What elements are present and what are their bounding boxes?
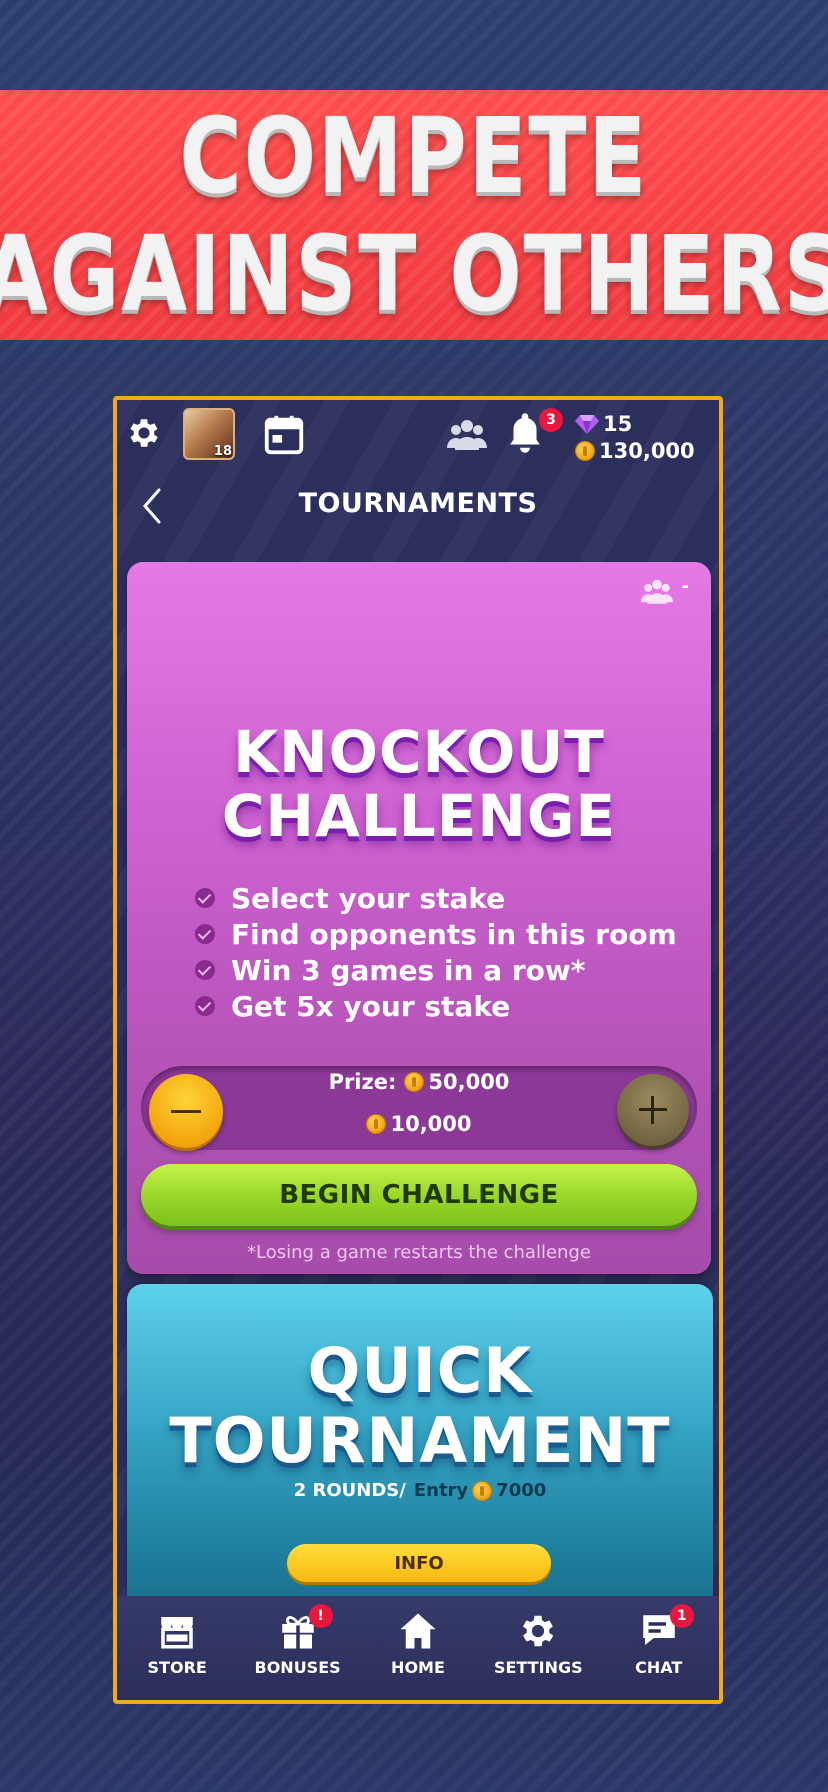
knockout-challenge-card: - KNOCKOUT CHALLENGE Select your stake F… [127,562,711,1274]
gear-icon[interactable] [125,414,163,452]
top-bar: 18 3 15 130,000 [117,400,719,470]
quick-tournament-card: QUICK TOURNAMENT 2 ROUNDS/ Entry 7000 IN… [127,1284,713,1614]
store-icon [161,1617,193,1649]
avatar-level: 18 [213,444,232,459]
calendar-icon[interactable] [261,412,307,458]
nav-label: SETTINGS [494,1658,583,1677]
nav-item-bonuses[interactable]: ! BONUSES [243,1604,353,1677]
nav-item-chat[interactable]: 1 CHAT [604,1604,714,1677]
check-icon [195,996,215,1016]
challenge-note: *Losing a game restarts the challenge [247,1242,591,1263]
coin-icon [404,1072,425,1092]
knockout-title-line2: CHALLENGE [221,782,617,850]
quick-title-line2: TOURNAMENT [169,1404,671,1477]
promo-banner: COMPETE AGAINST OTHERS [0,90,828,340]
gear-icon [523,1615,554,1647]
increase-stake-button[interactable] [617,1074,689,1146]
banner-line-1: COMPETE [179,95,649,217]
avatar[interactable]: 18 [183,408,235,460]
players-icon [641,579,673,604]
coins-value: 130,000 [599,438,695,463]
prize-label: Prize: [328,1070,397,1094]
gems-value: 15 [603,411,633,436]
begin-challenge-button[interactable]: BEGIN CHALLENGE [141,1164,697,1226]
friends-icon[interactable] [447,416,487,452]
stake-selector: Prize: 50,000 10,000 [141,1066,697,1150]
home-icon [400,1613,436,1649]
nav-label: STORE [147,1658,207,1677]
nav-label: BONUSES [254,1658,341,1677]
list-item: Select your stake [195,880,677,916]
check-icon [195,888,215,908]
prize-row: Prize: 50,000 [141,1070,697,1094]
info-button[interactable]: INFO [287,1544,551,1582]
bottom-nav: STORE ! BONUSES HOME SETTINGS 1 CHAT [117,1596,719,1700]
gem-icon [575,414,599,434]
players-count: - [681,576,689,597]
list-item: Find opponents in this room [195,916,677,952]
page-header: TOURNAMENTS [117,480,719,530]
quick-tournament-details: 2 ROUNDS/ Entry 7000 [127,1480,713,1501]
prize-value: 50,000 [428,1070,510,1094]
notifications-badge: 3 [539,408,563,432]
list-item: Win 3 games in a row* [195,952,677,988]
entry-label: Entry [413,1480,469,1501]
quick-tournament-title: QUICK TOURNAMENT [127,1336,713,1476]
chat-badge: 1 [669,1604,694,1628]
banner-line-2: AGAINST OTHERS [0,213,828,335]
coin-icon [366,1114,387,1134]
currency-display[interactable]: 15 130,000 [575,410,695,464]
nav-item-settings[interactable]: SETTINGS [483,1610,593,1677]
app-screen: 18 3 15 130,000 TOURNAMENTS - KNOCKOUT C… [113,396,723,1704]
check-icon [195,924,215,944]
rounds-text: 2 ROUNDS/ [293,1480,406,1501]
quick-title-line1: QUICK [307,1334,533,1407]
coin-icon [472,1480,493,1501]
entry-value: 7000 [496,1480,547,1501]
stake-value: 10,000 [390,1112,472,1136]
stake-row: 10,000 [141,1112,697,1136]
knockout-title: KNOCKOUT CHALLENGE [127,720,711,848]
nav-label: HOME [391,1658,445,1677]
knockout-steps: Select your stake Find opponents in this… [195,880,677,1024]
coin-icon [575,440,595,461]
list-item: Get 5x your stake [195,988,677,1024]
bonuses-badge: ! [308,1604,333,1628]
nav-label: CHAT [635,1658,683,1677]
page-title: TOURNAMENTS [298,488,538,519]
nav-item-store[interactable]: STORE [122,1610,232,1677]
check-icon [195,960,215,980]
nav-item-home[interactable]: HOME [363,1610,473,1677]
knockout-title-line1: KNOCKOUT [233,718,605,786]
